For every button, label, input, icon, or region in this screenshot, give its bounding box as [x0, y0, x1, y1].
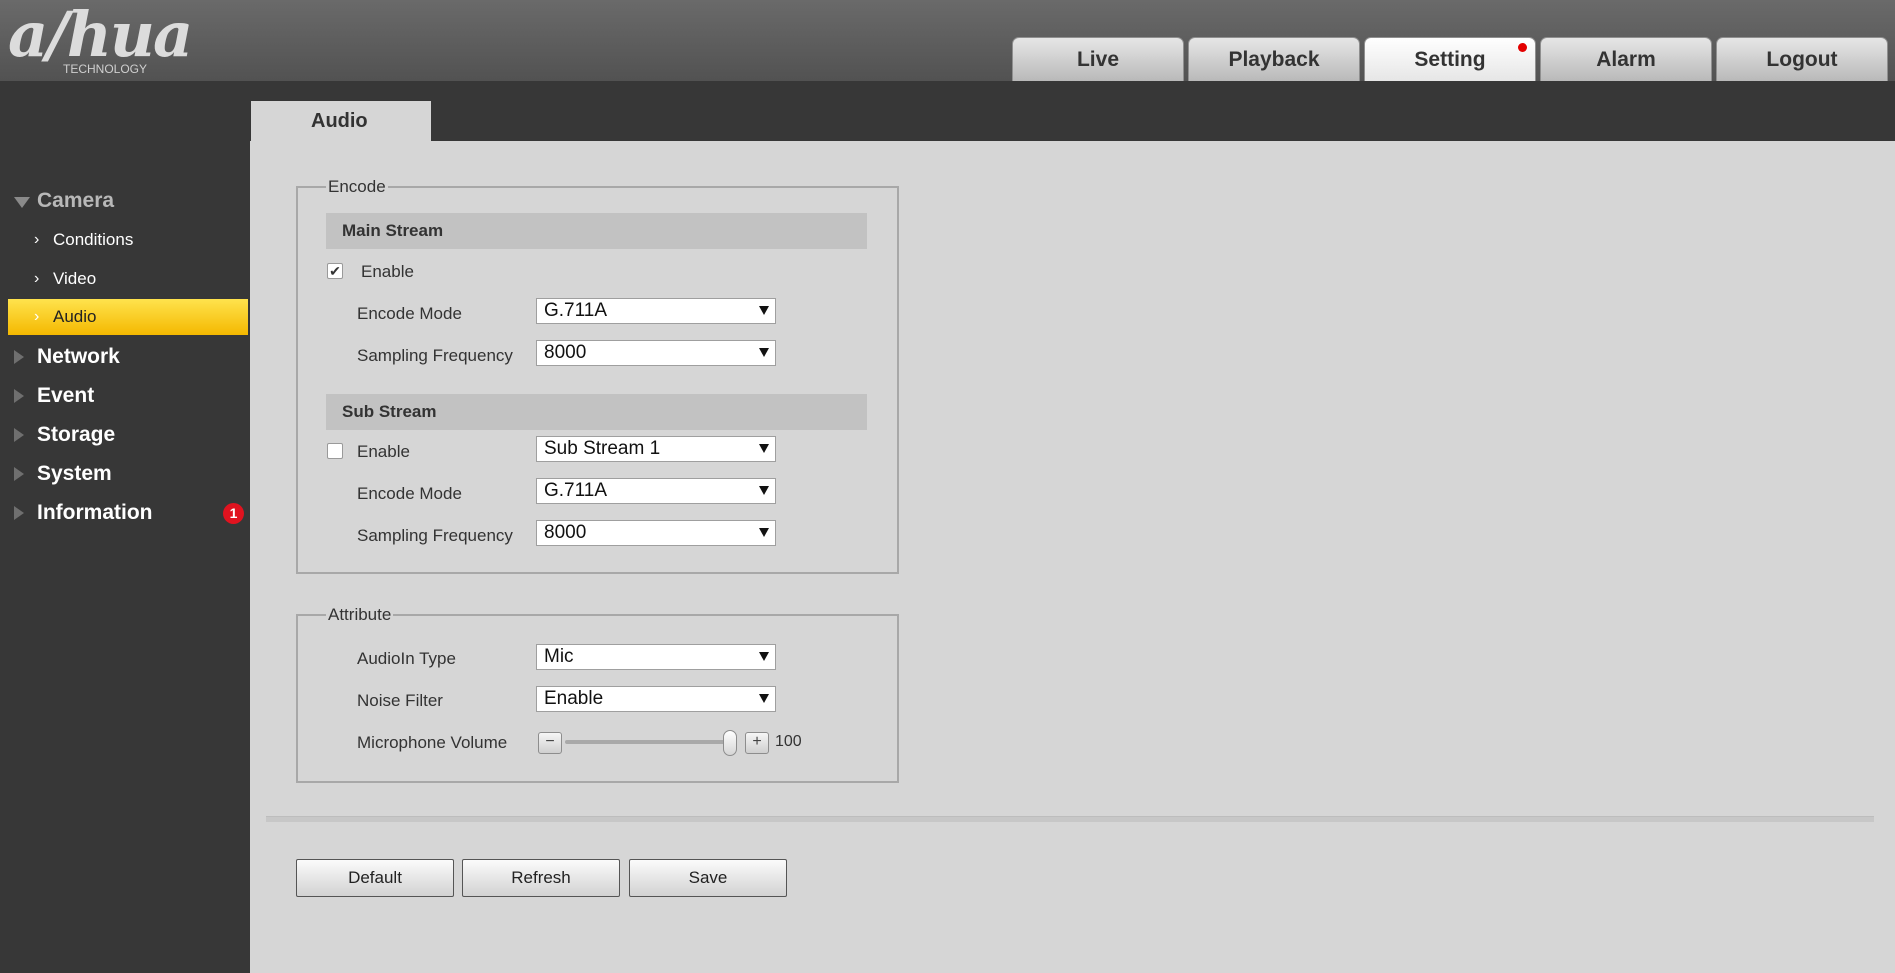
- nav-tab-playback[interactable]: Playback: [1188, 37, 1360, 81]
- sidebar-category-label: Event: [37, 384, 95, 407]
- sidebar-category-system[interactable]: System: [0, 455, 250, 493]
- sidebar-category-label: Camera: [37, 189, 115, 212]
- triangle-right-icon: [14, 467, 24, 481]
- dropdown-arrow-icon: [759, 694, 769, 703]
- sidebar-category-event[interactable]: Event: [0, 377, 250, 415]
- chevron-right-icon: ›: [34, 270, 40, 287]
- sidebar-item-video[interactable]: › Video: [8, 261, 248, 297]
- sidebar-item-audio[interactable]: › Audio: [8, 299, 248, 335]
- nav-tab-alarm[interactable]: Alarm: [1540, 37, 1712, 81]
- sidebar-category-label: Information: [37, 501, 153, 524]
- sub-sampling-value: 8000: [544, 522, 587, 543]
- dropdown-arrow-icon: [759, 306, 769, 315]
- main-encode-mode-select[interactable]: G.711A: [536, 298, 776, 324]
- sidebar-category-storage[interactable]: Storage: [0, 416, 250, 454]
- triangle-right-icon: [14, 389, 24, 403]
- audioin-type-value: Mic: [544, 646, 574, 667]
- sidebar-item-label: Audio: [53, 307, 97, 326]
- volume-increase-button[interactable]: +: [745, 732, 769, 754]
- triangle-down-icon: [14, 197, 30, 208]
- dropdown-arrow-icon: [759, 348, 769, 357]
- save-button[interactable]: Save: [629, 859, 787, 897]
- main-encode-mode-value: G.711A: [544, 300, 608, 321]
- logo-wordmark: a/hua: [8, 0, 193, 71]
- main-stream-header: Main Stream: [326, 213, 867, 249]
- sub-encode-mode-label: Encode Mode: [357, 484, 462, 503]
- triangle-right-icon: [14, 428, 24, 442]
- sidebar-category-label: System: [37, 462, 112, 485]
- encode-group-title: Encode: [328, 177, 386, 196]
- triangle-right-icon: [14, 506, 24, 520]
- chevron-right-icon: ›: [34, 231, 40, 248]
- sidebar-item-label: Conditions: [53, 230, 134, 249]
- sidebar-item-conditions[interactable]: › Conditions: [8, 222, 248, 258]
- volume-slider-track[interactable]: [565, 730, 737, 756]
- checkmark-icon: ✔: [329, 263, 341, 279]
- audioin-type-label: AudioIn Type: [357, 649, 456, 668]
- sub-encode-mode-value: G.711A: [544, 480, 608, 501]
- sub-stream-select[interactable]: Sub Stream 1: [536, 436, 776, 462]
- nav-tab-setting[interactable]: Setting: [1364, 37, 1536, 81]
- audioin-type-select[interactable]: Mic: [536, 644, 776, 670]
- main-stream-enable-label: Enable: [361, 262, 414, 281]
- tab-audio[interactable]: Audio: [251, 101, 431, 141]
- main-stream-enable-checkbox[interactable]: ✔: [327, 263, 343, 279]
- attribute-group-title: Attribute: [328, 605, 392, 624]
- sub-encode-mode-select[interactable]: G.711A: [536, 478, 776, 504]
- chevron-right-icon: ›: [34, 308, 40, 325]
- sidebar-category-information[interactable]: Information 1: [0, 494, 250, 532]
- logo-subtitle: TECHNOLOGY: [63, 62, 148, 76]
- information-count-badge: 1: [223, 502, 244, 524]
- sidebar-item-label: Video: [53, 269, 97, 288]
- dropdown-arrow-icon: [759, 652, 769, 661]
- main-sampling-select[interactable]: 8000: [536, 340, 776, 366]
- volume-value: 100: [775, 733, 802, 750]
- main-sampling-value: 8000: [544, 342, 587, 363]
- minus-icon: −: [545, 733, 555, 750]
- content-header: Audio: [250, 81, 1895, 141]
- nav-tab-live[interactable]: Live: [1012, 37, 1184, 81]
- sub-sampling-label: Sampling Frequency: [357, 526, 513, 545]
- noise-filter-label: Noise Filter: [357, 691, 443, 710]
- dahua-logo: a/hua TECHNOLOGY: [8, 0, 193, 77]
- refresh-button[interactable]: Refresh: [462, 859, 620, 897]
- microphone-volume-label: Microphone Volume: [357, 733, 508, 752]
- default-button[interactable]: Default: [296, 859, 454, 897]
- triangle-right-icon: [14, 350, 24, 364]
- sidebar-category-label: Network: [37, 345, 120, 368]
- noise-filter-select[interactable]: Enable: [536, 686, 776, 712]
- sub-stream-enable-label: Enable: [357, 442, 410, 461]
- top-header: a/hua TECHNOLOGY Live Playback Setting A…: [0, 0, 1895, 81]
- main-encode-mode-label: Encode Mode: [357, 304, 462, 323]
- dropdown-arrow-icon: [759, 486, 769, 495]
- main-nav: Live Playback Setting Alarm Logout: [1012, 37, 1892, 81]
- sub-stream-enable-checkbox[interactable]: [327, 443, 343, 459]
- volume-slider-thumb[interactable]: [723, 730, 737, 756]
- sub-stream-select-value: Sub Stream 1: [544, 438, 661, 459]
- noise-filter-value: Enable: [544, 688, 604, 709]
- sub-sampling-select[interactable]: 8000: [536, 520, 776, 546]
- sidebar-category-camera[interactable]: Camera: [0, 182, 250, 220]
- plus-icon: +: [752, 733, 762, 750]
- sidebar-category-network[interactable]: Network: [0, 338, 250, 376]
- nav-tab-logout[interactable]: Logout: [1716, 37, 1888, 81]
- dropdown-arrow-icon: [759, 444, 769, 453]
- nav-tab-setting-label: Setting: [1414, 47, 1486, 71]
- sidebar-category-label: Storage: [37, 423, 116, 446]
- notification-dot-icon: [1518, 43, 1527, 52]
- sub-stream-header: Sub Stream: [326, 394, 867, 430]
- sidebar: Camera › Conditions › Video › Audio Netw…: [0, 81, 250, 973]
- dropdown-arrow-icon: [759, 528, 769, 537]
- volume-decrease-button[interactable]: −: [538, 732, 562, 754]
- main-sampling-label: Sampling Frequency: [357, 346, 513, 365]
- section-divider: [266, 816, 1874, 822]
